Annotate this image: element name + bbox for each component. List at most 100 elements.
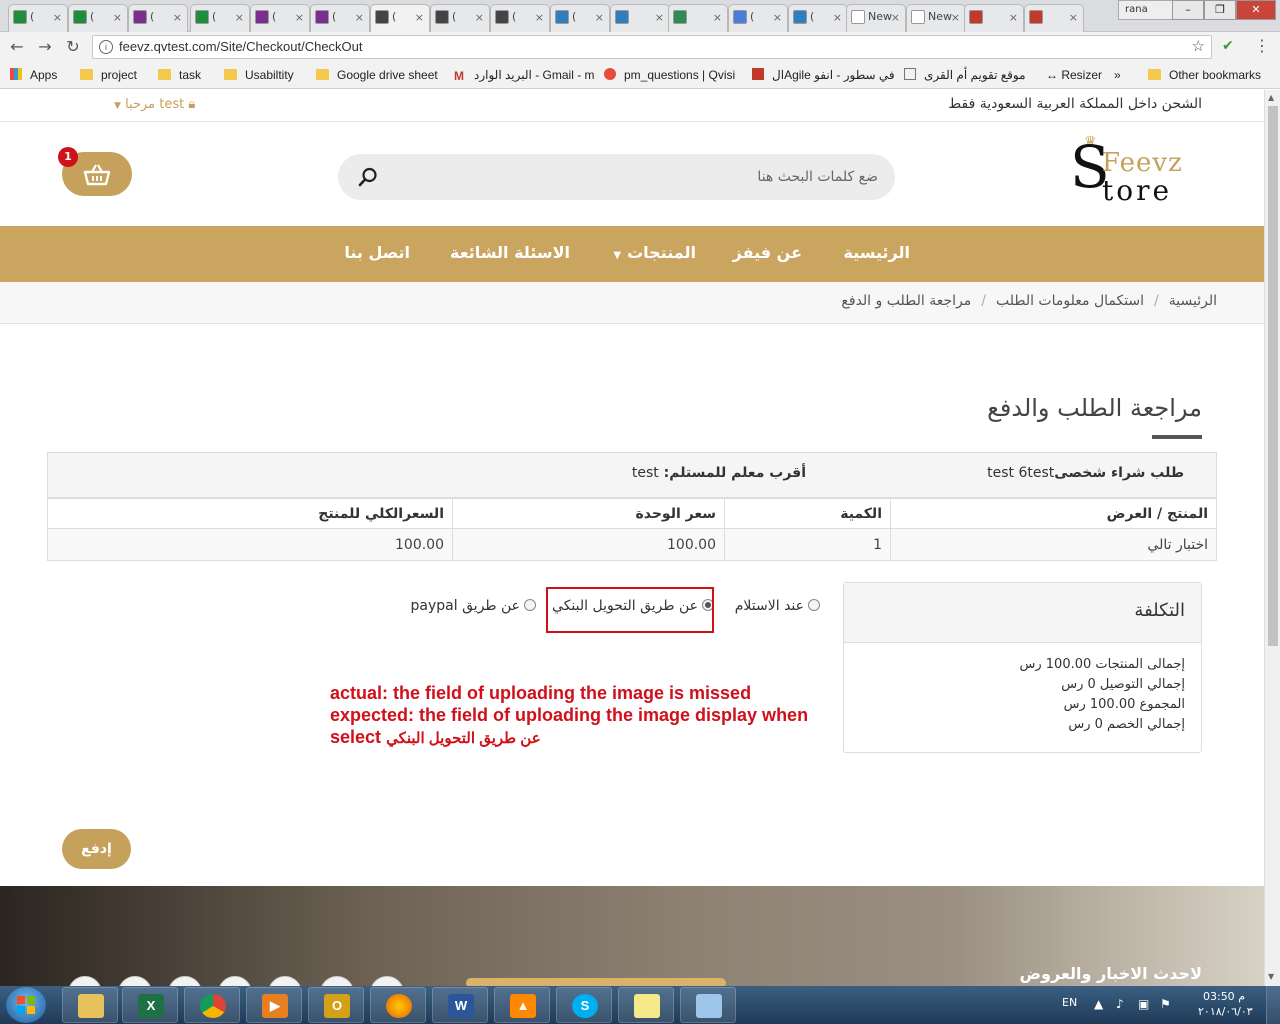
maximize-button[interactable]: ❐: [1204, 0, 1236, 20]
bookmark-drive[interactable]: Google drive sheet: [316, 68, 438, 82]
profile-button[interactable]: rana: [1118, 0, 1174, 20]
back-arrow-icon[interactable]: ←: [6, 37, 28, 57]
bookmark-pm-questions[interactable]: pm_questions | Qvisi: [604, 68, 735, 82]
close-tab-icon[interactable]: ×: [355, 11, 364, 24]
search-icon[interactable]: [358, 167, 378, 187]
browser-tab[interactable]: (×: [788, 4, 848, 32]
tray-arrow-icon[interactable]: ▲: [1094, 997, 1108, 1011]
close-tab-icon[interactable]: ×: [1009, 11, 1018, 24]
browser-tab[interactable]: (×: [550, 4, 610, 32]
close-tab-icon[interactable]: ×: [655, 11, 664, 24]
bookmark-umm[interactable]: موقع تقويم أم القرى: [904, 68, 1026, 82]
cart-button[interactable]: 1: [58, 147, 132, 196]
social-icon[interactable]: [370, 976, 404, 986]
browser-tab[interactable]: (×: [728, 4, 788, 32]
site-logo[interactable]: ♛ S Feevz tore: [1070, 134, 1202, 212]
browser-tab[interactable]: New ×: [846, 4, 906, 32]
nav-faq[interactable]: الاسئلة الشائعة: [450, 243, 570, 262]
network-icon[interactable]: ▣: [1138, 997, 1152, 1011]
browser-tab[interactable]: ×: [964, 4, 1024, 32]
close-tab-icon[interactable]: ×: [415, 11, 424, 24]
bookmark-project[interactable]: project: [80, 68, 137, 82]
radio-cash-on-delivery[interactable]: [808, 599, 820, 611]
bookmark-resizer[interactable]: ↔ Resizer: [1046, 68, 1102, 82]
browser-tab[interactable]: (×: [128, 4, 188, 32]
payment-paypal[interactable]: عن طريق paypal: [411, 598, 536, 614]
taskbar-chrome[interactable]: [184, 987, 240, 1023]
browser-tab[interactable]: (×: [490, 4, 550, 32]
scroll-up-icon[interactable]: ▲: [1268, 93, 1274, 102]
breadcrumb-order-info[interactable]: استكمال معلومات الطلب: [996, 293, 1144, 309]
close-tab-icon[interactable]: ×: [833, 11, 842, 24]
pay-button[interactable]: إدفع: [62, 829, 131, 869]
social-icon[interactable]: [118, 976, 152, 986]
close-tab-icon[interactable]: ×: [53, 11, 62, 24]
browser-tab[interactable]: (×: [370, 4, 430, 32]
breadcrumb-home[interactable]: الرئيسية: [1169, 293, 1217, 309]
social-icon[interactable]: [218, 976, 252, 986]
flag-icon[interactable]: ⚑: [1160, 997, 1174, 1011]
bookmark-usability[interactable]: Usabiltity: [224, 68, 294, 82]
minimize-button[interactable]: –: [1172, 0, 1204, 20]
browser-tab[interactable]: (×: [68, 4, 128, 32]
close-tab-icon[interactable]: ×: [113, 11, 122, 24]
taskbar-outlook[interactable]: O: [308, 987, 364, 1023]
close-tab-icon[interactable]: ×: [951, 11, 960, 24]
taskbar-paint[interactable]: [680, 987, 736, 1023]
close-tab-icon[interactable]: ×: [535, 11, 544, 24]
close-tab-icon[interactable]: ×: [891, 11, 900, 24]
show-desktop-button[interactable]: [1266, 986, 1280, 1024]
close-tab-icon[interactable]: ×: [173, 11, 182, 24]
taskbar-media[interactable]: ▶: [246, 987, 302, 1023]
bookmark-star-icon[interactable]: ☆: [1192, 36, 1205, 58]
social-icon[interactable]: [68, 976, 102, 986]
extension-icon[interactable]: ✔: [1222, 38, 1234, 54]
bookmark-agile[interactable]: الAgile في سطور - انفو: [752, 68, 895, 82]
nav-about[interactable]: عن فيفز: [733, 243, 802, 262]
page-scrollbar[interactable]: ▲ ▼: [1264, 90, 1280, 986]
taskbar-excel[interactable]: X: [122, 987, 178, 1023]
bookmarks-overflow[interactable]: »: [1114, 68, 1121, 82]
close-tab-icon[interactable]: ×: [773, 11, 782, 24]
radio-paypal[interactable]: [524, 599, 536, 611]
payment-cash-on-delivery[interactable]: عند الاستلام: [735, 598, 820, 614]
social-icon[interactable]: [320, 976, 354, 986]
system-clock[interactable]: 03:50 م ٢٠١٨/٠٦/٠٣: [1198, 989, 1253, 1019]
browser-tab[interactable]: ×: [610, 4, 670, 32]
taskbar-sticky-notes[interactable]: [618, 987, 674, 1023]
nav-products[interactable]: المنتجات▼: [613, 243, 696, 262]
nav-contact[interactable]: اتصل بنا: [344, 243, 410, 262]
user-menu[interactable]: ▼ مرحبا test 🔒︎: [114, 97, 195, 112]
close-tab-icon[interactable]: ×: [235, 11, 244, 24]
browser-tab[interactable]: (×: [250, 4, 310, 32]
search-input[interactable]: [388, 154, 878, 200]
nav-home[interactable]: الرئيسية: [844, 243, 911, 262]
browser-tab[interactable]: ×: [668, 4, 728, 32]
browser-tab[interactable]: (×: [310, 4, 370, 32]
start-button[interactable]: [6, 987, 46, 1023]
close-tab-icon[interactable]: ×: [1069, 11, 1078, 24]
language-indicator[interactable]: EN: [1062, 996, 1077, 1009]
reload-icon[interactable]: ↻: [62, 37, 84, 57]
browser-tab[interactable]: (×: [430, 4, 490, 32]
info-icon[interactable]: i: [99, 40, 113, 54]
taskbar-vlc[interactable]: ▲: [494, 987, 550, 1023]
close-tab-icon[interactable]: ×: [295, 11, 304, 24]
social-icon[interactable]: [268, 976, 302, 986]
close-tab-icon[interactable]: ×: [713, 11, 722, 24]
volume-icon[interactable]: ♪: [1116, 997, 1130, 1011]
browser-tab[interactable]: (×: [190, 4, 250, 32]
scroll-down-icon[interactable]: ▼: [1268, 972, 1274, 981]
close-tab-icon[interactable]: ×: [475, 11, 484, 24]
taskbar-firefox[interactable]: [370, 987, 426, 1023]
forward-arrow-icon[interactable]: →: [34, 37, 56, 57]
taskbar-word[interactable]: W: [432, 987, 488, 1023]
social-icon[interactable]: [168, 976, 202, 986]
bookmark-apps[interactable]: Apps: [10, 68, 57, 82]
browser-tab[interactable]: ×: [1024, 4, 1084, 32]
browser-tab[interactable]: (×: [8, 4, 68, 32]
browser-tab[interactable]: New ×: [906, 4, 966, 32]
scroll-thumb[interactable]: [1268, 106, 1278, 646]
browser-menu-icon[interactable]: ⋮: [1254, 36, 1270, 55]
close-tab-icon[interactable]: ×: [595, 11, 604, 24]
